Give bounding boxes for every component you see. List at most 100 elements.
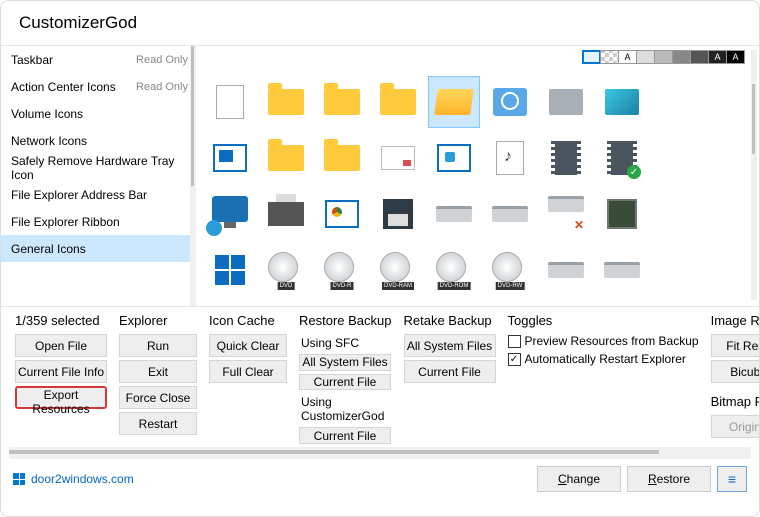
toggles-heading: Toggles: [508, 313, 699, 328]
swatch-3[interactable]: A: [618, 50, 637, 64]
retake-current-button[interactable]: Current File: [404, 360, 496, 383]
icon-folder-4[interactable]: [260, 132, 312, 184]
footer: door2windows.com Change Restore ≡: [1, 459, 759, 499]
windows-logo-icon: [13, 473, 25, 485]
action-panels: 1/359 selected Open File Current File In…: [1, 307, 759, 447]
icon-folder-open[interactable]: [428, 76, 480, 128]
checkbox-icon: ✓: [508, 353, 521, 366]
bicubic-button[interactable]: Bicubic: [711, 360, 759, 383]
fit-resize-button[interactable]: Fit Resiz: [711, 334, 759, 357]
bitmap-original-button[interactable]: Original: [711, 415, 759, 438]
force-close-button[interactable]: Force Close: [119, 386, 197, 409]
icon-music[interactable]: [484, 132, 536, 184]
run-button[interactable]: Run: [119, 334, 197, 357]
swatch-5[interactable]: [654, 50, 673, 64]
toggles-panel: Toggles Preview Resources from Backup ✓A…: [508, 313, 699, 447]
preview-toggle[interactable]: Preview Resources from Backup: [508, 334, 699, 348]
auto-restart-toggle[interactable]: ✓Automatically Restart Explorer: [508, 352, 699, 366]
icon-film-check[interactable]: ✓: [596, 132, 648, 184]
icon-cache-heading: Icon Cache: [209, 313, 287, 328]
exit-button[interactable]: Exit: [119, 360, 197, 383]
restore-backup-panel: Restore Backup Using SFC All System File…: [299, 313, 392, 447]
website-link[interactable]: door2windows.com: [13, 472, 134, 486]
icon-folder-cyan[interactable]: [596, 76, 648, 128]
restart-button[interactable]: Restart: [119, 412, 197, 435]
icon-drive-disconnect[interactable]: [540, 188, 592, 240]
selected-heading: 1/359 selected: [15, 313, 107, 328]
icon-printer[interactable]: [260, 188, 312, 240]
restore-button[interactable]: Restore: [627, 466, 711, 492]
checkbox-icon: [508, 335, 521, 348]
icon-panel: A A A ✓: [196, 46, 759, 306]
icon-start-tiles[interactable]: [204, 244, 256, 296]
icon-folder-gray[interactable]: [540, 76, 592, 128]
icon-folder-3[interactable]: [372, 76, 424, 128]
icon-control-panel[interactable]: [316, 188, 368, 240]
icon-mail[interactable]: [372, 132, 424, 184]
using-cg-label: Using CustomizerGod: [301, 395, 392, 423]
icon-film[interactable]: [540, 132, 592, 184]
explorer-panel: Explorer Run Exit Force Close Restart: [119, 313, 197, 447]
export-resources-button[interactable]: Export Resources: [15, 386, 107, 409]
image-resize-heading: Image R: [711, 313, 759, 328]
swatch-9[interactable]: A: [726, 50, 745, 64]
icon-drive-3[interactable]: [540, 244, 592, 296]
retake-backup-heading: Retake Backup: [404, 313, 496, 328]
explorer-heading: Explorer: [119, 313, 197, 328]
menu-icon: ≡: [728, 471, 736, 487]
swatch-2[interactable]: [600, 50, 619, 64]
restore-sfc-current-button[interactable]: Current File: [299, 374, 391, 391]
swatch-7[interactable]: [690, 50, 709, 64]
sidebar-item-volume[interactable]: Volume Icons: [1, 100, 196, 127]
icon-window[interactable]: [204, 132, 256, 184]
quick-clear-button[interactable]: Quick Clear: [209, 334, 287, 357]
icon-disc-dvdrom[interactable]: DVD-ROM: [428, 244, 480, 296]
icon-disc-dvd[interactable]: DVD: [260, 244, 312, 296]
retake-all-button[interactable]: All System Files: [404, 334, 496, 357]
sidebar-item-taskbar[interactable]: TaskbarRead Only: [1, 46, 196, 73]
open-file-button[interactable]: Open File: [15, 334, 107, 357]
full-clear-button[interactable]: Full Clear: [209, 360, 287, 383]
horizontal-scrollbar[interactable]: [9, 447, 751, 459]
icon-disc-dvdrw[interactable]: DVD-RW: [484, 244, 536, 296]
swatch-8[interactable]: A: [708, 50, 727, 64]
menu-button[interactable]: ≡: [717, 466, 747, 492]
swatch-4[interactable]: [636, 50, 655, 64]
icon-disc-dvdr[interactable]: DVD-R: [316, 244, 368, 296]
swatch-6[interactable]: [672, 50, 691, 64]
icon-drive-1[interactable]: [428, 188, 480, 240]
selected-panel: 1/359 selected Open File Current File In…: [15, 313, 107, 447]
sidebar-item-network[interactable]: Network Icons: [1, 127, 196, 154]
swatch-1[interactable]: [582, 50, 601, 64]
title-bar: CustomizerGod: [1, 1, 759, 45]
current-file-info-button[interactable]: Current File Info: [15, 360, 107, 383]
icon-search-folder[interactable]: [484, 76, 536, 128]
icon-folder-2[interactable]: [316, 76, 368, 128]
sidebar-item-ribbon[interactable]: File Explorer Ribbon: [1, 208, 196, 235]
restore-cg-current-button[interactable]: Current File: [299, 427, 391, 444]
change-button[interactable]: Change: [537, 466, 621, 492]
icon-drive-4[interactable]: [596, 244, 648, 296]
sidebar-item-general[interactable]: General Icons: [1, 235, 196, 262]
icon-picture[interactable]: [428, 132, 480, 184]
icon-drive-2[interactable]: [484, 188, 536, 240]
bitmap-heading: Bitmap F: [711, 394, 759, 409]
icon-floppy[interactable]: [372, 188, 424, 240]
sidebar-item-safely-remove[interactable]: Safely Remove Hardware Tray Icon: [1, 154, 196, 181]
icon-folder-5[interactable]: [316, 132, 368, 184]
app-title: CustomizerGod: [19, 13, 137, 33]
image-resize-panel: Image R Fit Resiz Bicubic Bitmap F Origi…: [711, 313, 759, 447]
icon-scrollbar[interactable]: [751, 50, 757, 300]
retake-backup-panel: Retake Backup All System Files Current F…: [404, 313, 496, 447]
icon-grid: ✓ DVD DVD-R DVD-RAM DVD-ROM DVD-RW: [204, 76, 751, 296]
icon-network-monitor[interactable]: [204, 188, 256, 240]
icon-disc-dvdram[interactable]: DVD-RAM: [372, 244, 424, 296]
icon-cache-panel: Icon Cache Quick Clear Full Clear: [209, 313, 287, 447]
icon-blank-document[interactable]: [204, 76, 256, 128]
content-area: TaskbarRead Only Action Center IconsRead…: [1, 45, 759, 307]
icon-folder-1[interactable]: [260, 76, 312, 128]
sidebar-item-address-bar[interactable]: File Explorer Address Bar: [1, 181, 196, 208]
icon-chip[interactable]: [596, 188, 648, 240]
restore-sfc-all-button[interactable]: All System Files: [299, 354, 391, 371]
sidebar-item-action-center[interactable]: Action Center IconsRead Only: [1, 73, 196, 100]
